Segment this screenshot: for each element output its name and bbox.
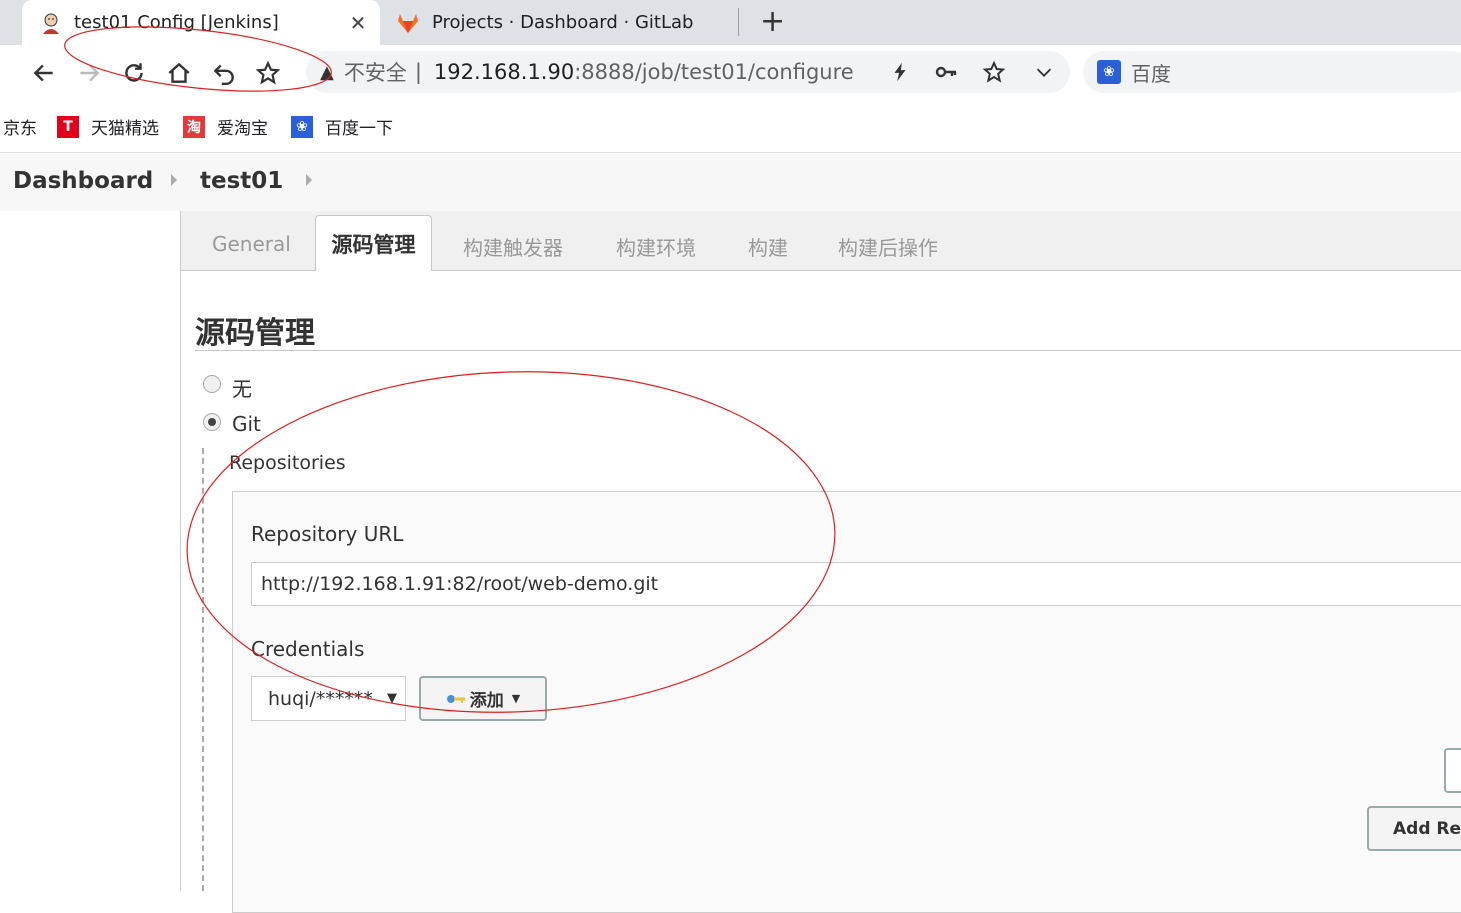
home-icon [168, 62, 190, 83]
home-button[interactable] [163, 57, 195, 89]
lightning-icon[interactable] [886, 58, 914, 86]
undo-close-button[interactable] [208, 57, 240, 89]
baidu-icon: ❀ [291, 115, 313, 138]
side-panel [0, 211, 181, 891]
tab-post-build[interactable]: 构建后操作 [838, 232, 938, 261]
gitlab-icon [398, 13, 418, 33]
tab-gitlab[interactable]: Projects · Dashboard · GitLab [396, 0, 736, 45]
tab-title: Projects · Dashboard · GitLab [432, 12, 694, 33]
jenkins-icon [43, 13, 59, 34]
insecure-label[interactable]: 不安全 [344, 57, 407, 87]
add-credentials-button[interactable]: 添加 ▼ [419, 676, 547, 721]
git-section-indent [202, 448, 204, 891]
key-icon [446, 694, 465, 703]
star-outline-icon [255, 60, 281, 85]
breadcrumb-dashboard[interactable]: Dashboard [13, 168, 153, 194]
credentials-value: huqi/****** [268, 687, 373, 710]
repository-url-input[interactable] [251, 562, 1461, 606]
bookmark-label: 京东 [3, 119, 37, 139]
add-button-label: 添加 [469, 691, 504, 711]
new-tab-button[interactable]: + [760, 4, 785, 39]
repository-url-label: Repository URL [251, 522, 404, 546]
tab-separator [738, 8, 739, 36]
breadcrumb-arrow-icon[interactable] [306, 174, 312, 186]
chevron-down-icon[interactable] [1030, 58, 1058, 86]
dropdown-caret-icon: ▼ [511, 692, 521, 705]
tab-scm[interactable]: 源码管理 [315, 215, 432, 271]
url-path: :8888/job/test01/configure [574, 60, 854, 84]
tab-jenkins-config[interactable]: test01 Config [Jenkins] ✕ [22, 0, 380, 45]
tmall-icon: T [57, 115, 79, 138]
section-divider [195, 350, 1461, 351]
add-repository-button[interactable]: Add Rep [1367, 806, 1461, 851]
bookmark-label: 百度一下 [325, 119, 393, 139]
key-icon[interactable] [932, 58, 960, 86]
dropdown-caret-icon: ▼ [387, 691, 397, 706]
repositories-label: Repositories [229, 452, 346, 474]
section-title: 源码管理 [195, 316, 315, 351]
tab-build-environment[interactable]: 构建环境 [616, 232, 696, 261]
radio-selected-dot [208, 418, 216, 426]
back-button[interactable] [28, 57, 60, 89]
warning-icon: ▲ [320, 61, 334, 83]
taobao-icon: 淘 [183, 115, 205, 138]
bookmark-baidu[interactable]: ❀ 百度一下 [291, 114, 393, 139]
address-separator: | [414, 60, 422, 84]
bookmark-star-icon[interactable] [980, 58, 1008, 86]
credentials-label: Credentials [251, 637, 365, 661]
close-tab-icon[interactable]: ✕ [344, 11, 372, 35]
forward-button[interactable] [73, 57, 105, 89]
tab-build-triggers[interactable]: 构建触发器 [463, 232, 563, 261]
breadcrumb-arrow-icon[interactable] [171, 174, 177, 186]
url-host: 192.168.1.90 [433, 60, 575, 84]
reload-icon [125, 63, 143, 82]
forward-arrow-icon [80, 64, 100, 82]
bookmarks-bar: 京东 T 天猫精选 淘 爱淘宝 ❀ 百度一下 [0, 100, 1461, 153]
bookmark-label: 天猫精选 [91, 119, 159, 139]
breadcrumb-job[interactable]: test01 [200, 168, 283, 194]
bookmark-label: 爱淘宝 [217, 119, 268, 139]
baidu-icon: ❀ [1097, 60, 1121, 84]
search-placeholder: 百度 [1131, 61, 1171, 86]
bookmark-taobao[interactable]: 淘 爱淘宝 [183, 114, 268, 139]
radio-git-label[interactable]: Git [232, 412, 261, 436]
reload-button[interactable] [118, 57, 150, 89]
radio-git[interactable] [203, 413, 221, 431]
radio-none[interactable] [203, 375, 221, 393]
back-arrow-icon [33, 64, 53, 82]
radio-none-label[interactable]: 无 [232, 373, 252, 402]
favorites-button[interactable] [252, 57, 284, 89]
tab-build[interactable]: 构建 [748, 232, 788, 261]
tab-general[interactable]: General [212, 232, 291, 256]
repository-panel [232, 491, 1461, 913]
bookmark-tmall[interactable]: T 天猫精选 [57, 114, 159, 139]
bookmark-jd[interactable]: 京东 [3, 114, 37, 139]
advanced-button[interactable] [1444, 748, 1461, 793]
tab-title: test01 Config [Jenkins] [74, 12, 279, 33]
undo-icon [213, 64, 234, 86]
search-box[interactable]: ❀ 百度 [1083, 51, 1461, 93]
credentials-select[interactable]: huqi/****** ▼ [251, 676, 406, 721]
